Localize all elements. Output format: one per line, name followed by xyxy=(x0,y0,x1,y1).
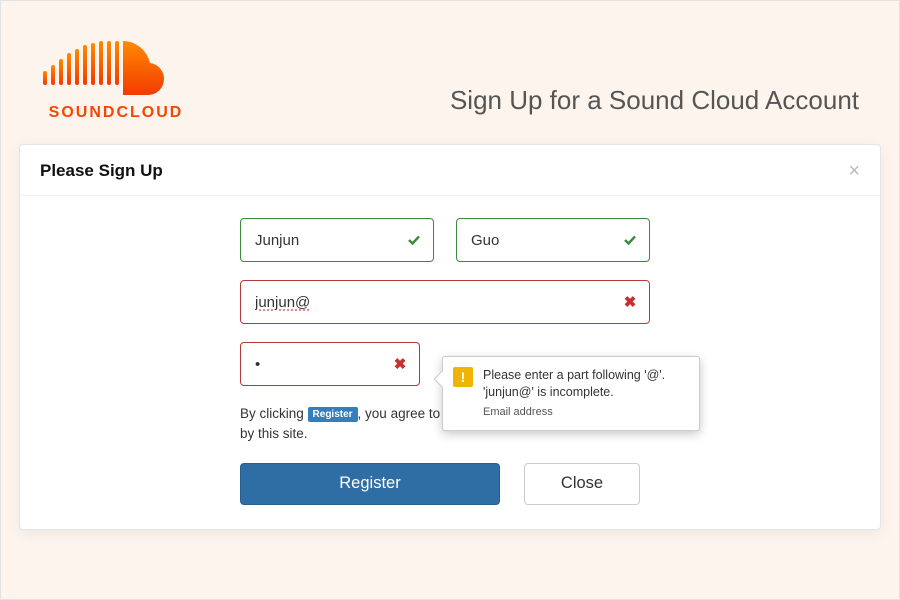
first-name-wrap xyxy=(240,218,434,262)
last-name-wrap xyxy=(456,218,650,262)
modal-body: ✖ ✖ By clicking Register, you agree to t… xyxy=(20,196,880,529)
email-wrap: ✖ xyxy=(240,280,650,324)
page-container: SOUNDCLOUD Sign Up for a Sound Cloud Acc… xyxy=(0,0,900,600)
legal-prefix: By clicking xyxy=(240,406,308,421)
button-row: Register Close xyxy=(240,463,650,505)
tooltip-message: Please enter a part following '@'. 'junj… xyxy=(483,367,687,401)
validation-tooltip: ! Please enter a part following '@'. 'ju… xyxy=(442,356,700,431)
register-badge: Register xyxy=(308,407,358,422)
last-name-input[interactable] xyxy=(456,218,650,262)
register-button[interactable]: Register xyxy=(240,463,500,505)
first-name-input[interactable] xyxy=(240,218,434,262)
password-wrap: ✖ xyxy=(240,342,420,386)
brand-logo: SOUNDCLOUD xyxy=(41,35,191,122)
page-title: Sign Up for a Sound Cloud Account xyxy=(450,85,859,122)
close-button[interactable]: Close xyxy=(524,463,640,505)
header: SOUNDCLOUD Sign Up for a Sound Cloud Acc… xyxy=(15,15,885,144)
x-icon: ✖ xyxy=(622,294,638,310)
modal-header: Please Sign Up × xyxy=(20,145,880,196)
email-input[interactable] xyxy=(240,280,650,324)
soundcloud-icon xyxy=(41,35,191,100)
warning-icon: ! xyxy=(453,367,473,387)
check-icon xyxy=(406,232,422,248)
signup-modal: Please Sign Up × xyxy=(19,144,881,530)
x-icon: ✖ xyxy=(392,356,408,372)
brand-name: SOUNDCLOUD xyxy=(49,104,184,122)
name-row xyxy=(240,218,650,262)
modal-title: Please Sign Up xyxy=(40,161,163,181)
tooltip-sublabel: Email address xyxy=(483,405,687,420)
close-icon[interactable]: × xyxy=(848,161,860,181)
check-icon xyxy=(622,232,638,248)
